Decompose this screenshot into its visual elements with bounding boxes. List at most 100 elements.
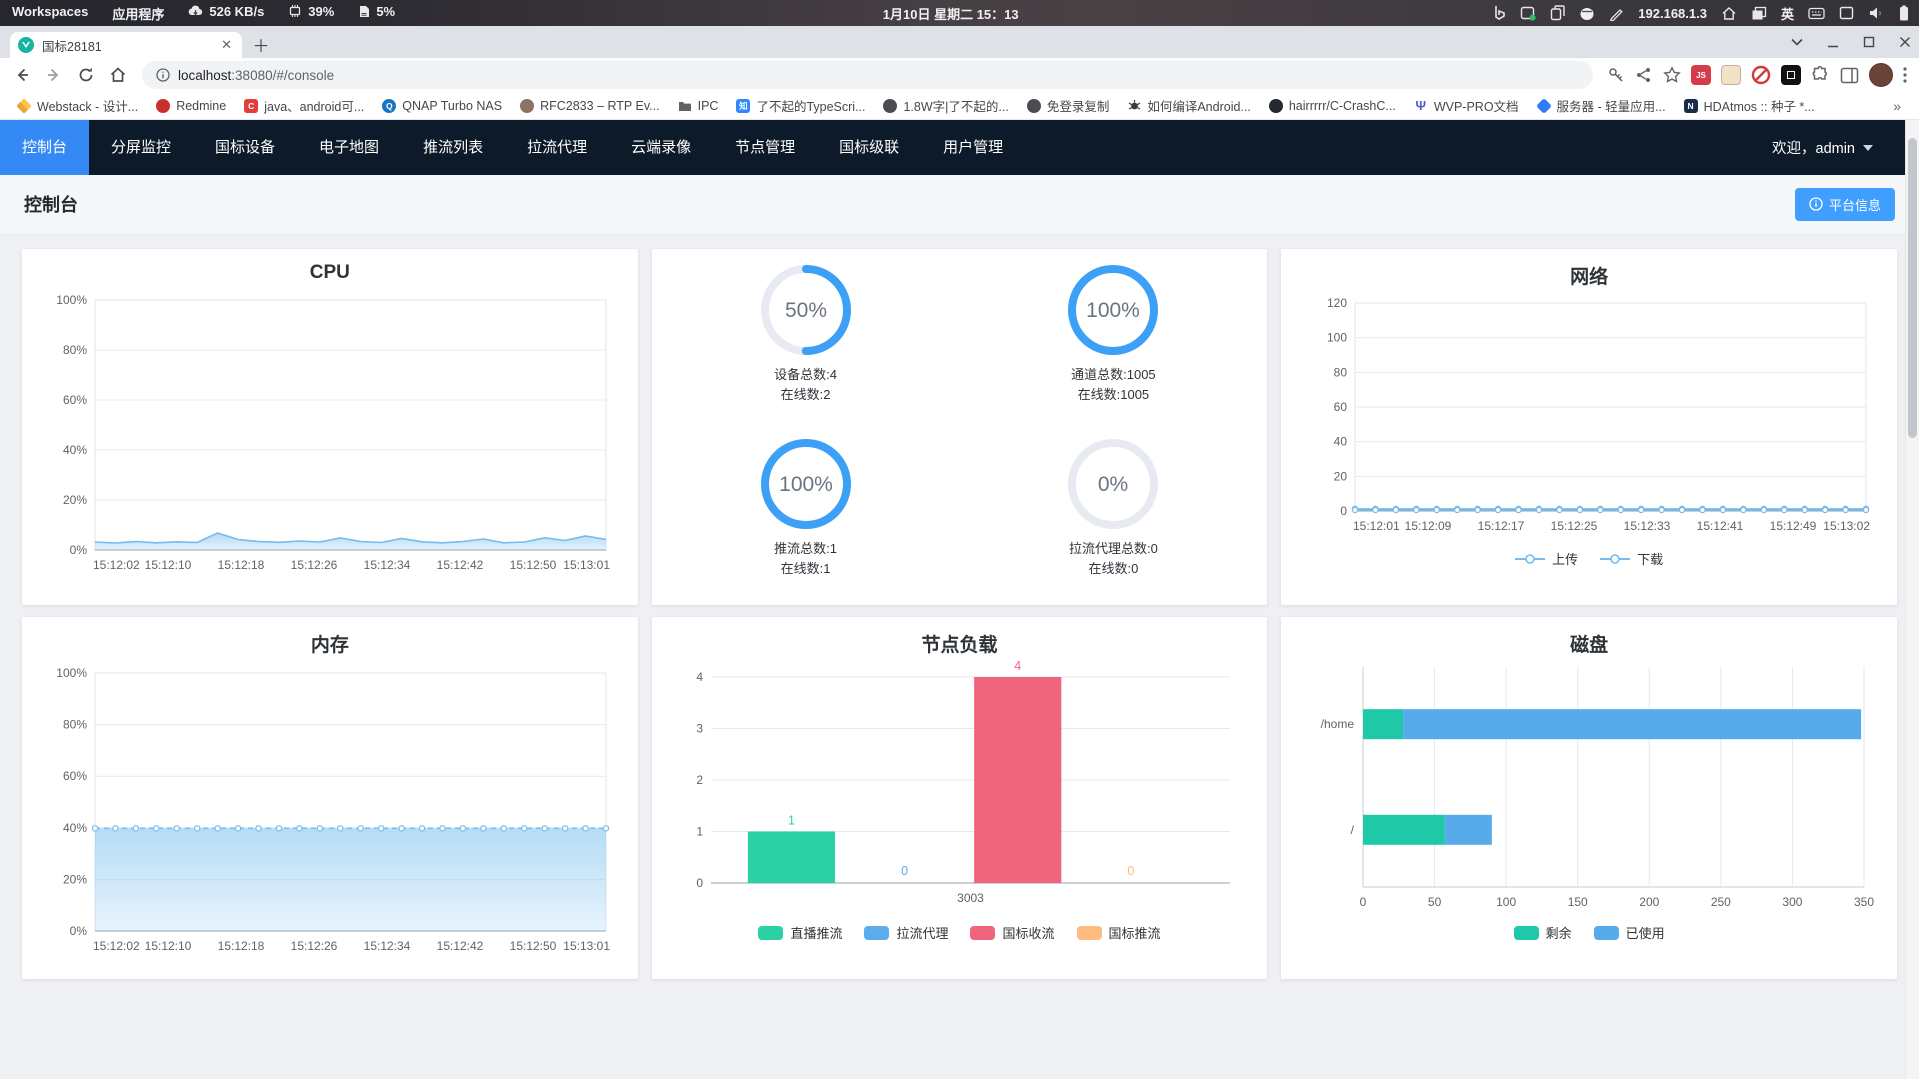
legend-item[interactable]: 国标推流 [1076, 923, 1161, 942]
address-bar[interactable]: localhost:38080/#/console [142, 61, 1593, 89]
screenshot-app-icon[interactable] [1520, 5, 1536, 21]
volume-muted-icon[interactable] [1868, 6, 1885, 20]
axis-label: 15:12:02 [93, 558, 140, 572]
profile-avatar[interactable] [1869, 63, 1893, 87]
hbar-剩余[interactable] [1362, 709, 1403, 740]
nav-item-4[interactable]: 电子地图 [297, 120, 401, 175]
bookmark-item[interactable]: Ψ WVP-PRO文档 [1407, 93, 1526, 118]
axis-label: 15:12:09 [1404, 519, 1451, 533]
home-tray-icon[interactable] [1721, 6, 1737, 21]
legend-item[interactable]: 上传 [1515, 549, 1578, 568]
maximize-button[interactable] [1863, 36, 1875, 48]
nav-item-10[interactable]: 用户管理 [921, 120, 1025, 175]
new-tab-button[interactable]: ＋ [248, 31, 274, 57]
input-language-indicator[interactable]: 英 [1781, 4, 1794, 23]
nav-item-5[interactable]: 推流列表 [401, 120, 505, 175]
app-nav-bar: 控制台 分屏监控 国标设备 电子地图 推流列表 拉流代理 云端录像 节点管理 国标级联 用户管理 … [0, 120, 1919, 175]
bookmark-item[interactable]: 免登录复制 [1020, 93, 1117, 118]
clock[interactable]: 1月10日 星期二 15：13 [407, 4, 1494, 23]
cpu-chart[interactable]: 0% 20% 40% 60% 80% 100% 15:12:02 15:12:10 15:12:… [37, 284, 622, 586]
minimize-button[interactable] [1827, 36, 1839, 48]
axis-label: / [1350, 823, 1354, 837]
back-button[interactable] [8, 61, 36, 89]
legend-item[interactable]: 剩余 [1513, 923, 1572, 942]
clipboard-icon[interactable] [1550, 5, 1565, 21]
stat-ring-cell: 100% 推流总数:1 在线数:1 [652, 435, 960, 605]
legend-item[interactable]: 下载 [1600, 549, 1663, 568]
bookmark-item[interactable]: 如何编译Android... [1120, 93, 1258, 118]
home-button[interactable] [104, 61, 132, 89]
legend-item[interactable]: 直播推流 [758, 923, 842, 942]
nav-item-3[interactable]: 国标设备 [193, 120, 297, 175]
legend-item[interactable]: 已使用 [1593, 923, 1665, 942]
ext-capture-icon[interactable] [1781, 65, 1801, 85]
tab-close-icon[interactable]: ✕ [219, 37, 234, 53]
legend-item[interactable]: 国标收流 [970, 923, 1055, 942]
bookmarks-overflow-icon[interactable]: » [1885, 98, 1909, 114]
windows-stack-icon[interactable] [1751, 6, 1767, 21]
hbar-已使用[interactable] [1444, 814, 1492, 845]
pen-tool-icon[interactable] [1609, 6, 1624, 21]
disk-chart[interactable]: 0 50 100 150 200 250 300 350/home / [1297, 657, 1882, 919]
nav-item-8[interactable]: 节点管理 [713, 120, 817, 175]
axis-label: 100% [57, 293, 88, 307]
nav-item-6[interactable]: 拉流代理 [505, 120, 609, 175]
axis-label: 200 [1639, 895, 1659, 909]
hbar-剩余[interactable] [1362, 814, 1445, 845]
extensions-puzzle-icon[interactable] [1811, 65, 1830, 85]
hbar-已使用[interactable] [1402, 709, 1861, 740]
chevron-down-icon [1863, 144, 1873, 151]
close-window-button[interactable] [1899, 36, 1911, 48]
legend-item[interactable]: 拉流代理 [864, 923, 948, 942]
bookmark-item[interactable]: RFC2833 – RTP Ev... [513, 96, 667, 116]
scrollbar-thumb[interactable] [1908, 138, 1917, 438]
user-menu[interactable]: 欢迎，admin [1772, 137, 1873, 158]
bookmark-item[interactable]: Redmine [149, 96, 233, 116]
ip-indicator[interactable]: 192.168.1.3 [1638, 6, 1707, 21]
bookmark-item[interactable]: N HDAtmos :: 种子 *... [1677, 93, 1822, 118]
reload-button[interactable] [72, 61, 100, 89]
nav-item-9[interactable]: 国标级联 [817, 120, 921, 175]
legend-label: 已使用 [1625, 926, 1665, 941]
password-key-icon[interactable] [1607, 66, 1625, 84]
ext-archive-icon[interactable] [1721, 65, 1741, 85]
sidebar-panel-icon[interactable] [1840, 67, 1859, 84]
bookmark-item[interactable]: Cjava、android可... [237, 93, 371, 118]
browser-tab[interactable]: 国标28181 ✕ [10, 32, 242, 58]
browser-menu-dots-icon[interactable] [1903, 67, 1907, 83]
battery-icon[interactable] [1899, 5, 1909, 21]
potplayer-tray-icon[interactable] [1579, 6, 1595, 21]
nodeload-chart[interactable]: 0 1 2 3 4 1 0 4 0 3003 [667, 657, 1252, 919]
applications-menu[interactable]: 应用程序 [100, 4, 176, 23]
bookmark-item[interactable]: 知了不起的TypeScri... [729, 93, 872, 118]
disk-card: 磁盘 0 50 100 150 200 250 300 350/home / 剩余 已使用 [1281, 617, 1897, 979]
ring-percent-label: 100% [1087, 299, 1141, 322]
nodeload-card: 节点负载 0 1 2 3 4 1 0 4 0 3003 直播推流 拉流代理 国标收流 国标推流 [651, 617, 1268, 979]
bookmark-item[interactable]: 服务器 - 轻量应用... [1530, 93, 1673, 118]
bookmark-star-icon[interactable] [1663, 66, 1681, 84]
fcitx-keyboard-icon[interactable] [1808, 6, 1825, 21]
forward-button[interactable] [40, 61, 68, 89]
bookmark-item[interactable]: Webstack - 设计... [10, 93, 145, 118]
site-info-icon[interactable] [156, 68, 170, 82]
bookmark-item[interactable]: IPC [671, 96, 726, 116]
bar-直播推流[interactable] [747, 831, 836, 884]
workspaces-button[interactable]: Workspaces [0, 4, 100, 19]
bookmark-item[interactable]: Q QNAP Turbo NAS [375, 96, 509, 116]
bookmark-item[interactable]: 1.8W字|了不起的... [876, 93, 1015, 118]
bookmark-item[interactable]: hairrrrr/C-CrashC... [1262, 96, 1403, 116]
memory-chart[interactable]: 0% 20% 40% 60% 80% 100% 15:12:02 15:12:10 15:12:… [37, 657, 622, 967]
platform-info-button[interactable]: 平台信息 [1794, 187, 1895, 221]
nav-item-7[interactable]: 云端录像 [609, 120, 713, 175]
bar-国标收流[interactable] [974, 677, 1062, 883]
axis-label: 20% [63, 872, 87, 886]
network-chart[interactable]: 0 20 40 60 80 100 120 15:12:01 15:12:09 15:12:17 1… [1297, 289, 1882, 545]
nav-item-2[interactable]: 分屏监控 [89, 120, 193, 175]
bing-tray-icon[interactable] [1494, 5, 1506, 21]
share-icon[interactable] [1635, 66, 1653, 84]
ext-js-icon[interactable]: JS [1691, 65, 1711, 85]
nav-item-1[interactable]: 控制台 [0, 120, 90, 175]
tab-search-chevron-icon[interactable] [1791, 38, 1803, 46]
notification-panel-icon[interactable] [1839, 6, 1854, 20]
ext-blocker-icon[interactable] [1751, 65, 1771, 85]
